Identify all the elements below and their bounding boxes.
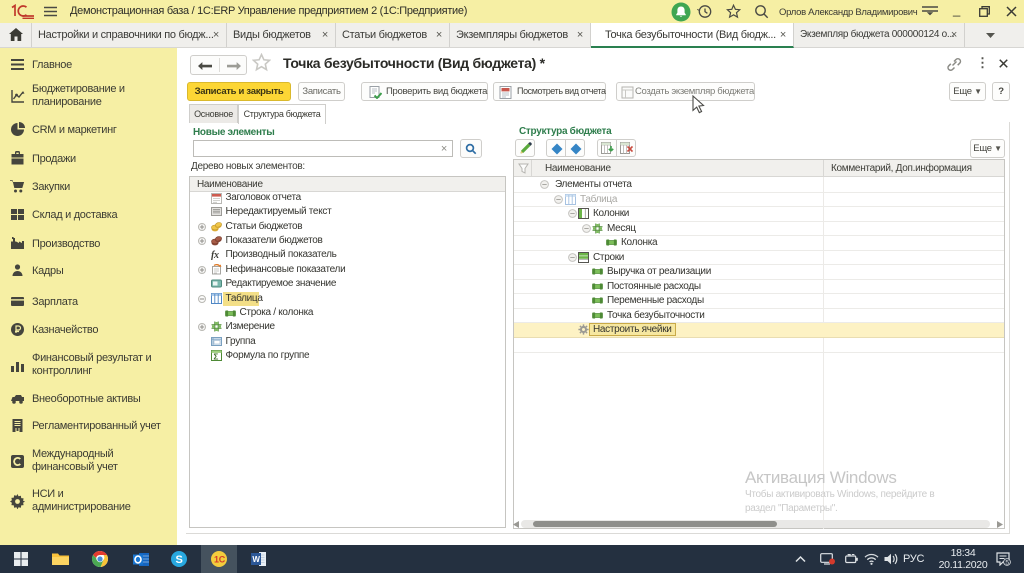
svg-text:S: S [175,554,182,566]
svg-text:W: W [252,555,260,564]
svg-text:1С: 1С [214,555,226,565]
svg-text:fx: fx [211,250,219,260]
svg-text:Σ: Σ [214,353,219,362]
